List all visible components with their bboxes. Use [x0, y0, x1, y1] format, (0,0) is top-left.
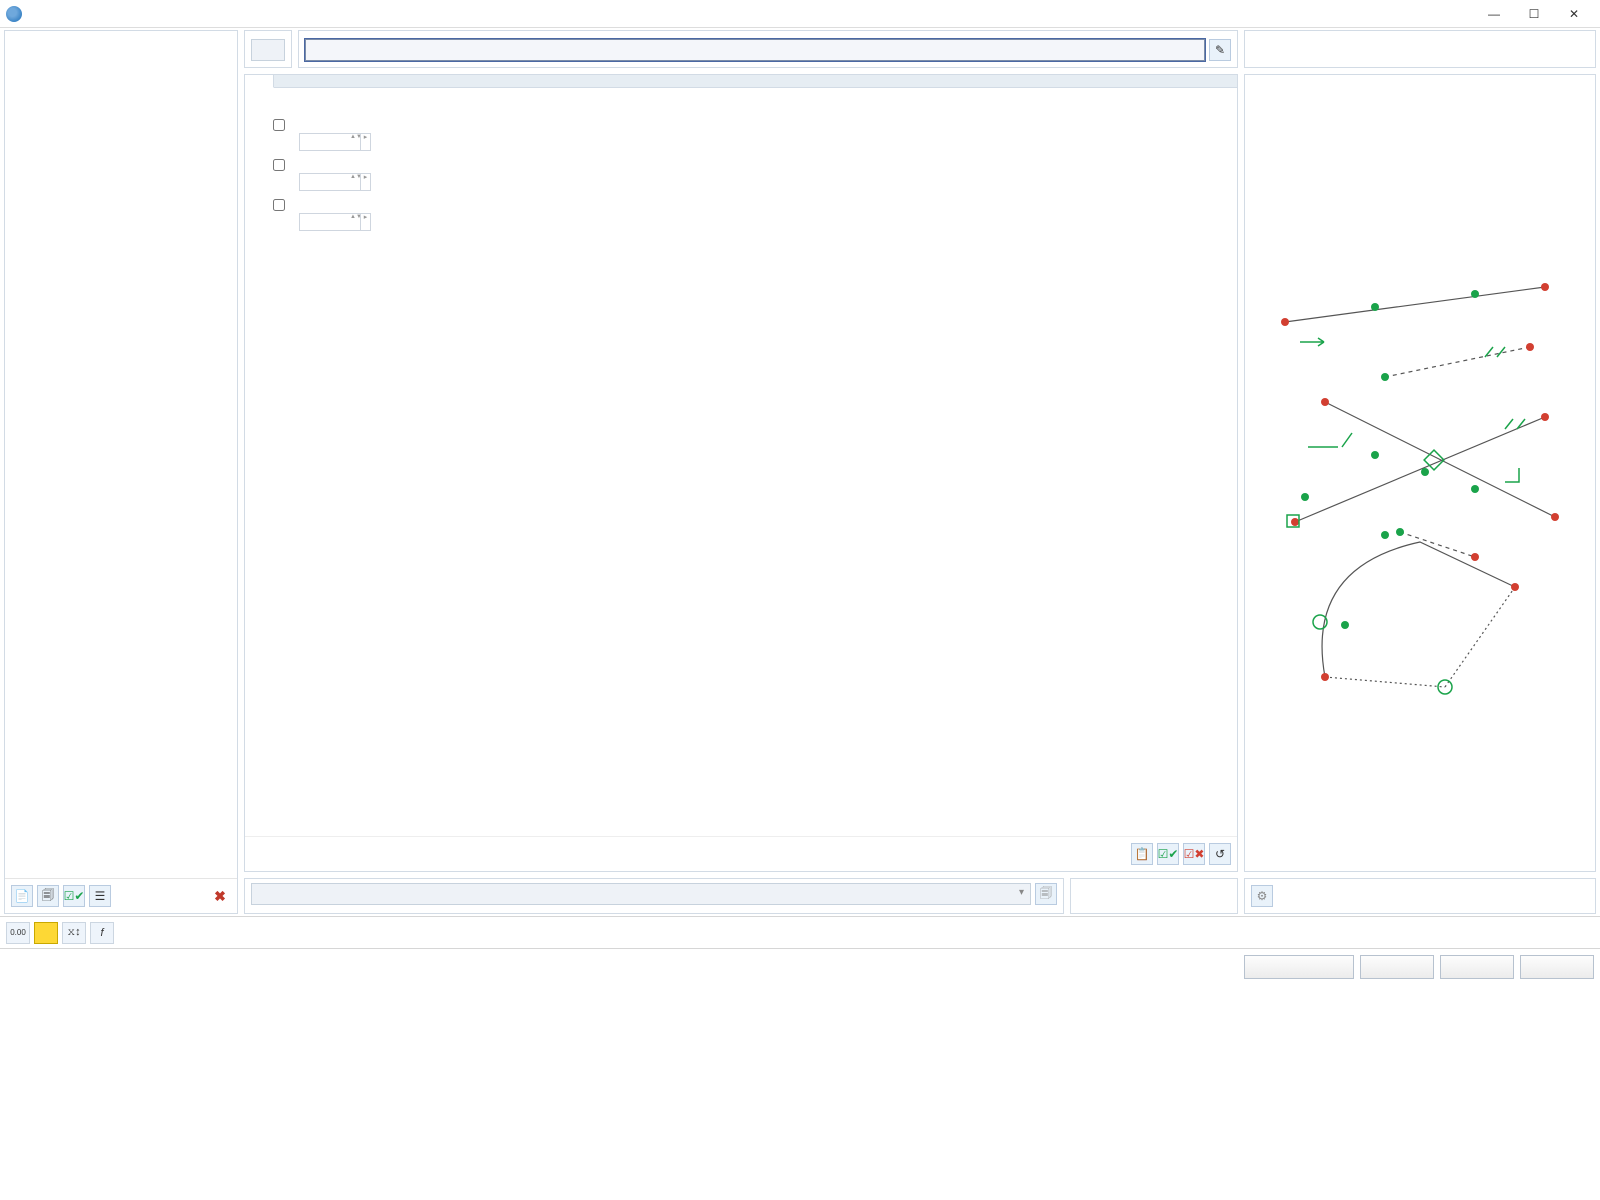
name-panel: ✎ [298, 30, 1238, 68]
ok-active-button[interactable] [1244, 955, 1354, 979]
sub-rel-value[interactable] [300, 214, 350, 230]
cancel-button[interactable] [1440, 955, 1514, 979]
options-check-all-button[interactable]: ☑✔ [1157, 843, 1179, 865]
sub-rel-row [255, 199, 1227, 211]
list-duplicate-button[interactable]: 🗐 [37, 885, 59, 907]
list-check-all-button[interactable]: ☑✔ [63, 885, 85, 907]
list-header [5, 31, 237, 39]
sub-rel-spinner[interactable]: ▲▼▸ [299, 213, 371, 231]
options-reset-button[interactable]: ↺ [1209, 843, 1231, 865]
sb-function-button[interactable]: f [90, 922, 114, 944]
sb-units-button[interactable]: 𝚡↕ [62, 922, 86, 944]
apply-button[interactable] [1520, 955, 1594, 979]
ok-button[interactable] [1360, 955, 1434, 979]
window-maximize-button[interactable]: ☐ [1514, 2, 1554, 26]
distance-icon [255, 159, 267, 171]
tab-basis[interactable] [245, 75, 274, 88]
comment-combobox[interactable] [251, 883, 1031, 905]
nr-field[interactable] [251, 39, 285, 61]
top-placeholder-panel [1244, 30, 1596, 68]
sub-parts-spinner[interactable]: ▲▼▸ [299, 133, 371, 151]
dialog-footer [0, 948, 1600, 985]
preview-panel [1244, 74, 1596, 872]
preview-settings-panel: ⚙ [1244, 878, 1596, 914]
comment-import-button[interactable]: 🗐 [1035, 883, 1057, 905]
sb-color-button[interactable] [34, 922, 58, 944]
object-snap-list[interactable] [5, 39, 237, 878]
list-new-button[interactable]: 📄 [11, 885, 33, 907]
options-label [245, 88, 1237, 98]
window-minimize-button[interactable]: — [1474, 2, 1514, 26]
list-panel: 📄 🗐 ☑✔ ☰ ✖ [4, 30, 238, 914]
sub-parts-row [255, 119, 1227, 131]
tab-bar [245, 75, 1237, 88]
list-delete-button[interactable]: ✖ [209, 885, 231, 907]
sub-abs-value[interactable] [300, 174, 350, 190]
name-edit-button[interactable]: ✎ [1209, 39, 1231, 61]
sub-parts-checkbox[interactable] [273, 119, 285, 131]
name-field[interactable] [305, 39, 1205, 61]
preview-settings-button[interactable]: ⚙ [1251, 885, 1273, 907]
sub-rel-checkbox[interactable] [273, 199, 285, 211]
options-uncheck-all-button[interactable]: ☑✖ [1183, 843, 1205, 865]
fraction-icon [255, 119, 267, 131]
bottom-placeholder-panel [1070, 878, 1238, 914]
sub-abs-row [255, 159, 1227, 171]
nr-panel [244, 30, 292, 68]
percent-icon [255, 199, 267, 211]
sub-abs-checkbox[interactable] [273, 159, 285, 171]
preview-label [1245, 75, 1595, 83]
title-bar: — ☐ ✕ [0, 0, 1600, 28]
preview-canvas [1245, 83, 1595, 871]
sub-parts-value[interactable] [300, 134, 350, 150]
options-panel: ▲▼▸ ▲▼▸ [244, 74, 1238, 872]
statusbar: 0.00 𝚡↕ f [0, 916, 1600, 948]
app-icon [6, 6, 22, 22]
window-close-button[interactable]: ✕ [1554, 2, 1594, 26]
options-copy-button[interactable]: 📋 [1131, 843, 1153, 865]
sb-precision-button[interactable]: 0.00 [6, 922, 30, 944]
sub-abs-spinner[interactable]: ▲▼▸ [299, 173, 371, 191]
comment-panel: 🗐 [244, 878, 1064, 914]
list-sort-button[interactable]: ☰ [89, 885, 111, 907]
